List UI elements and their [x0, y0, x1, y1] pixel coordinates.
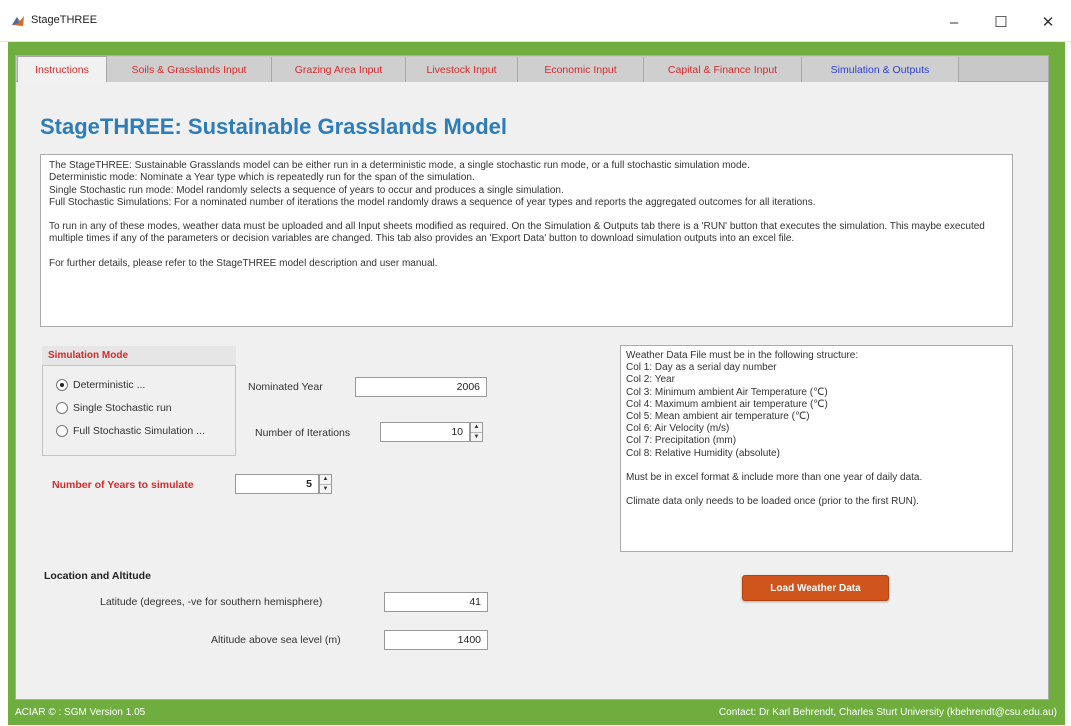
- tab-soils-grasslands-input[interactable]: Soils & Grasslands Input: [107, 57, 272, 82]
- tab-economic-input[interactable]: Economic Input: [518, 57, 644, 82]
- years-stepper[interactable]: ▲ ▼: [319, 474, 332, 494]
- years-to-simulate-label: Number of Years to simulate: [52, 479, 194, 491]
- radio-deterministic[interactable]: Deterministic ...: [56, 377, 145, 393]
- load-weather-data-button[interactable]: Load Weather Data: [742, 575, 889, 601]
- intro-line: Full Stochastic Simulations: For a nomin…: [49, 196, 816, 208]
- weather-info-line: Col 5: Mean ambient air temperature (℃): [626, 411, 810, 423]
- intro-line: Single Stochastic run mode: Model random…: [49, 184, 564, 196]
- intro-line: The StageTHREE: Sustainable Grasslands m…: [49, 160, 750, 171]
- matlab-app-icon: [11, 14, 25, 28]
- latitude-field[interactable]: 41: [384, 592, 488, 612]
- tab-instructions[interactable]: Instructions: [17, 56, 107, 83]
- radio-single-stochastic[interactable]: Single Stochastic run: [56, 400, 172, 416]
- tab-capital-finance-input[interactable]: Capital & Finance Input: [644, 57, 802, 82]
- radio-unselected-icon[interactable]: [56, 425, 68, 437]
- radio-selected-icon[interactable]: [56, 379, 68, 391]
- radio-label: Full Stochastic Simulation ...: [73, 425, 205, 437]
- tab-grazing-area-input[interactable]: Grazing Area Input: [272, 57, 406, 82]
- iterations-field[interactable]: 10: [380, 422, 470, 442]
- contact-footer: Contact: Dr Karl Behrendt, Charles Sturt…: [718, 707, 1057, 718]
- years-to-simulate-field[interactable]: 5: [235, 474, 319, 494]
- version-footer: ACIAR © : SGM Version 1.05: [15, 707, 146, 718]
- iterations-label: Number of Iterations: [255, 427, 351, 439]
- radio-unselected-icon[interactable]: [56, 402, 68, 414]
- altitude-label: Altitude above sea level (m): [211, 634, 341, 646]
- tab-simulation-outputs[interactable]: Simulation & Outputs: [802, 57, 959, 82]
- simulation-mode-title: Simulation Mode: [42, 346, 236, 366]
- intro-line: For further details, please refer to the…: [49, 257, 438, 269]
- nominated-year-field[interactable]: 2006: [355, 377, 487, 397]
- weather-data-info-box: Weather Data File must be in the followi…: [620, 345, 1013, 552]
- minimize-button[interactable]: –: [934, 8, 974, 36]
- weather-info-line: Weather Data File must be in the followi…: [626, 350, 859, 361]
- instructions-text-box: The StageTHREE: Sustainable Grasslands m…: [40, 154, 1013, 327]
- weather-info-line: Col 8: Relative Humidity (absolute): [626, 447, 780, 459]
- latitude-label: Latitude (degrees, -ve for southern hemi…: [100, 596, 323, 608]
- page-title: StageTHREE: Sustainable Grasslands Model: [40, 114, 508, 139]
- weather-info-line: Col 6: Air Velocity (m/s): [626, 423, 730, 435]
- radio-label: Deterministic ...: [73, 379, 146, 391]
- title-bar: StageTHREE – ☐ ✕: [0, 0, 1071, 42]
- intro-line: Deterministic mode: Nominate a Year type…: [49, 172, 475, 184]
- radio-label: Single Stochastic run: [73, 402, 172, 414]
- stepper-down-icon[interactable]: ▼: [471, 431, 482, 442]
- weather-info-line: Col 1: Day as a serial day number: [626, 362, 777, 374]
- intro-line: To run in any of these modes, weather da…: [49, 221, 985, 245]
- altitude-field[interactable]: 1400: [384, 630, 488, 650]
- weather-info-line: Must be in excel format & include more t…: [626, 471, 923, 483]
- close-button[interactable]: ✕: [1028, 8, 1068, 36]
- radio-full-stochastic[interactable]: Full Stochastic Simulation ...: [56, 423, 205, 439]
- location-section-title: Location and Altitude: [44, 570, 151, 582]
- weather-info-line: Col 3: Minimum ambient Air Temperature (…: [626, 386, 828, 398]
- iterations-stepper[interactable]: ▲ ▼: [470, 422, 483, 442]
- weather-info-line: Col 4: Maximum ambient air temperature (…: [626, 398, 828, 410]
- tab-livestock-input[interactable]: Livestock Input: [406, 57, 518, 82]
- stepper-up-icon[interactable]: ▲: [320, 475, 331, 484]
- weather-info-line: Col 7: Precipitation (mm): [626, 435, 737, 447]
- stepper-down-icon[interactable]: ▼: [320, 483, 331, 494]
- stepper-up-icon[interactable]: ▲: [471, 423, 482, 432]
- window-title: StageTHREE: [31, 14, 98, 26]
- nominated-year-label: Nominated Year: [248, 381, 323, 393]
- weather-info-line: Col 2: Year: [626, 374, 675, 386]
- weather-info-line: Climate data only needs to be loaded onc…: [626, 496, 919, 508]
- maximize-button[interactable]: ☐: [981, 8, 1021, 36]
